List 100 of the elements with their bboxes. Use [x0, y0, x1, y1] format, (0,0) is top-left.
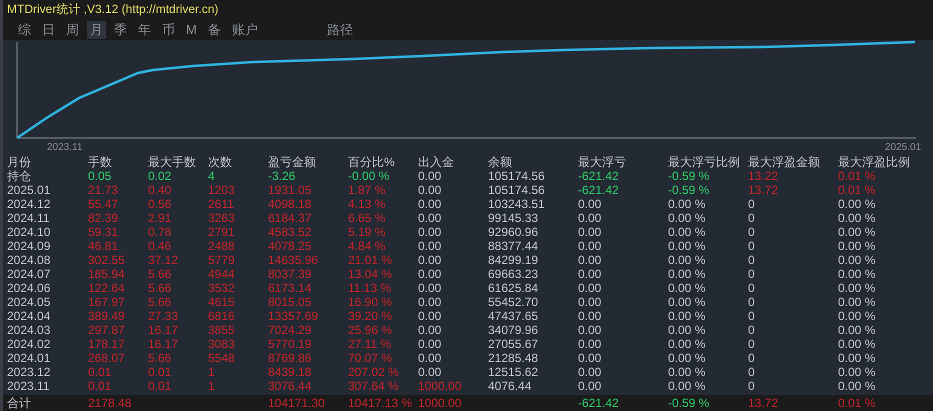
- table-cell-text: 0.00 %: [838, 239, 876, 253]
- table-cell-text: 178.17: [88, 337, 126, 351]
- table-cell-text: -0.00 %: [348, 169, 390, 183]
- table-cell-text: 0.00 %: [668, 253, 706, 267]
- table-cell-text: 0: [748, 295, 756, 309]
- table-cell-text: 0.00 %: [838, 253, 876, 267]
- table-cell-text: 0.40: [148, 183, 172, 197]
- table-cell-text: 持仓: [7, 169, 32, 183]
- table-cell-text: 13.04 %: [348, 267, 394, 281]
- column-header: 出入金: [418, 155, 455, 169]
- table-cell-text: 1: [208, 379, 216, 393]
- table-cell-text: 5.66: [148, 295, 172, 309]
- tab[interactable]: 周: [63, 21, 82, 39]
- table-cell-text: -621.42: [578, 396, 620, 410]
- table-cell-text: 0: [748, 323, 756, 337]
- table-cell-text: 0.00 %: [838, 379, 876, 393]
- tab[interactable]: 日: [39, 21, 58, 39]
- tab[interactable]: 路径: [324, 21, 356, 39]
- table-cell-text: 0.00 %: [668, 211, 706, 225]
- table-cell-text: 7024.29: [268, 323, 312, 337]
- table-cell-text: 27.11 %: [348, 337, 392, 351]
- table-cell-text: 27.33: [148, 309, 180, 323]
- table-cell-text: 0: [748, 267, 756, 281]
- table-cell-text: 268.07: [88, 351, 126, 365]
- table-cell-text: 5.66: [148, 267, 172, 281]
- table-cell-text: 13.72: [748, 396, 780, 410]
- tab[interactable]: 账户: [228, 21, 261, 39]
- table-cell-text: 16.17: [148, 323, 180, 337]
- table-cell-text: 0.05: [88, 169, 112, 183]
- table-cell-text: 1000.00: [418, 396, 462, 410]
- tab[interactable]: 备: [204, 21, 224, 39]
- table-cell-text: 10417.13 %: [348, 396, 414, 410]
- table-cell-text: 2024.11: [7, 211, 50, 225]
- table-cell-text: 307.64 %: [348, 379, 400, 393]
- axis-label: 2023.11: [47, 141, 82, 155]
- table-cell-text: 5770.19: [268, 337, 312, 351]
- table-cell-text: 82.39: [88, 211, 120, 225]
- table-cell-text: -621.42: [578, 183, 620, 197]
- table-cell-text: 4.13 %: [348, 197, 386, 211]
- table-cell-text: 13.22: [748, 169, 780, 183]
- table-cell-text: 0.00 %: [668, 281, 706, 295]
- table-cell-text: 0.00 %: [668, 295, 706, 309]
- table-cell-text: 0: [748, 239, 756, 253]
- table-cell-text: 3083: [208, 337, 236, 351]
- table-cell-text: 4076.44: [488, 379, 532, 393]
- table-cell-text: 21.73: [88, 183, 120, 197]
- table-cell-text: 99145.33: [488, 211, 540, 225]
- table-cell-text: 0.00: [418, 225, 442, 239]
- table-cell-text: 5779: [208, 253, 236, 267]
- table-cell-text: 0.00: [578, 365, 602, 379]
- table-cell-text: 0.00: [418, 295, 442, 309]
- table-cell-text: 297.87: [88, 323, 126, 337]
- window-title: MTDriver统计 ,V3.12 (http://mtdriver.cn): [6, 1, 220, 17]
- table-cell-text: 2025.01: [7, 183, 52, 197]
- table-cell-text: 25.96 %: [348, 323, 394, 337]
- table-cell-text: 0.01 %: [838, 169, 876, 183]
- table-cell-text: 0.00 %: [668, 351, 706, 365]
- table-cell-text: 2024.10: [7, 225, 52, 239]
- table-cell-text: 0: [748, 351, 756, 365]
- table-cell-text: 0.00: [578, 351, 602, 365]
- table-cell-text: 84299.19: [488, 253, 540, 267]
- table-cell-text: 0.01: [148, 365, 172, 379]
- tab[interactable]: 年: [135, 21, 154, 39]
- table-cell-text: 4583.52: [268, 225, 312, 239]
- table-cell-text: 0.00: [418, 323, 442, 337]
- table-cell-text: 167.97: [88, 295, 126, 309]
- column-header: 最大浮亏比例: [668, 155, 741, 169]
- table-cell-text: 0.00: [418, 337, 442, 351]
- table-cell-text: 8037.39: [268, 267, 312, 281]
- table-cell-text: 0.00 %: [668, 365, 706, 379]
- tab[interactable]: 币: [159, 21, 178, 39]
- table-cell-text: 0.01: [88, 365, 112, 379]
- tab[interactable]: 季: [111, 21, 130, 39]
- table-cell-text: 0.00: [418, 169, 442, 183]
- table-cell-text: 0.01: [88, 379, 112, 393]
- table-cell-text: 0: [748, 309, 756, 323]
- column-header: 余额: [488, 155, 513, 169]
- table-cell-text: 6.65 %: [348, 211, 386, 225]
- table-cell-text: 16.90 %: [348, 295, 394, 309]
- table-cell-text: 0.00 %: [668, 239, 706, 253]
- table-cell-text: 2611: [208, 197, 235, 211]
- tab[interactable]: 综: [15, 21, 34, 39]
- table-cell-text: 0.00: [418, 253, 442, 267]
- tab[interactable]: M: [183, 21, 200, 39]
- table-cell-text: 0.00: [578, 337, 602, 351]
- table-cell-text: 46.81: [88, 239, 120, 253]
- table-cell-text: 0.00: [418, 267, 442, 281]
- table-cell-text: 185.94: [88, 267, 126, 281]
- tab[interactable]: 月: [87, 21, 106, 39]
- table-cell-text: 0.00: [578, 225, 602, 239]
- table-cell-text: 0: [748, 197, 756, 211]
- table-cell-text: 0.00 %: [838, 267, 876, 281]
- table-cell-text: 302.55: [88, 253, 126, 267]
- column-header: 次数: [208, 155, 233, 169]
- table-cell-text: 3532: [208, 281, 236, 295]
- table-cell-text: 2024.06: [7, 281, 52, 295]
- column-header: 月份: [7, 155, 32, 169]
- table-cell-text: 0.00: [578, 211, 602, 225]
- table-cell-text: 8015.05: [268, 295, 312, 309]
- table-cell-text: 4615: [208, 295, 236, 309]
